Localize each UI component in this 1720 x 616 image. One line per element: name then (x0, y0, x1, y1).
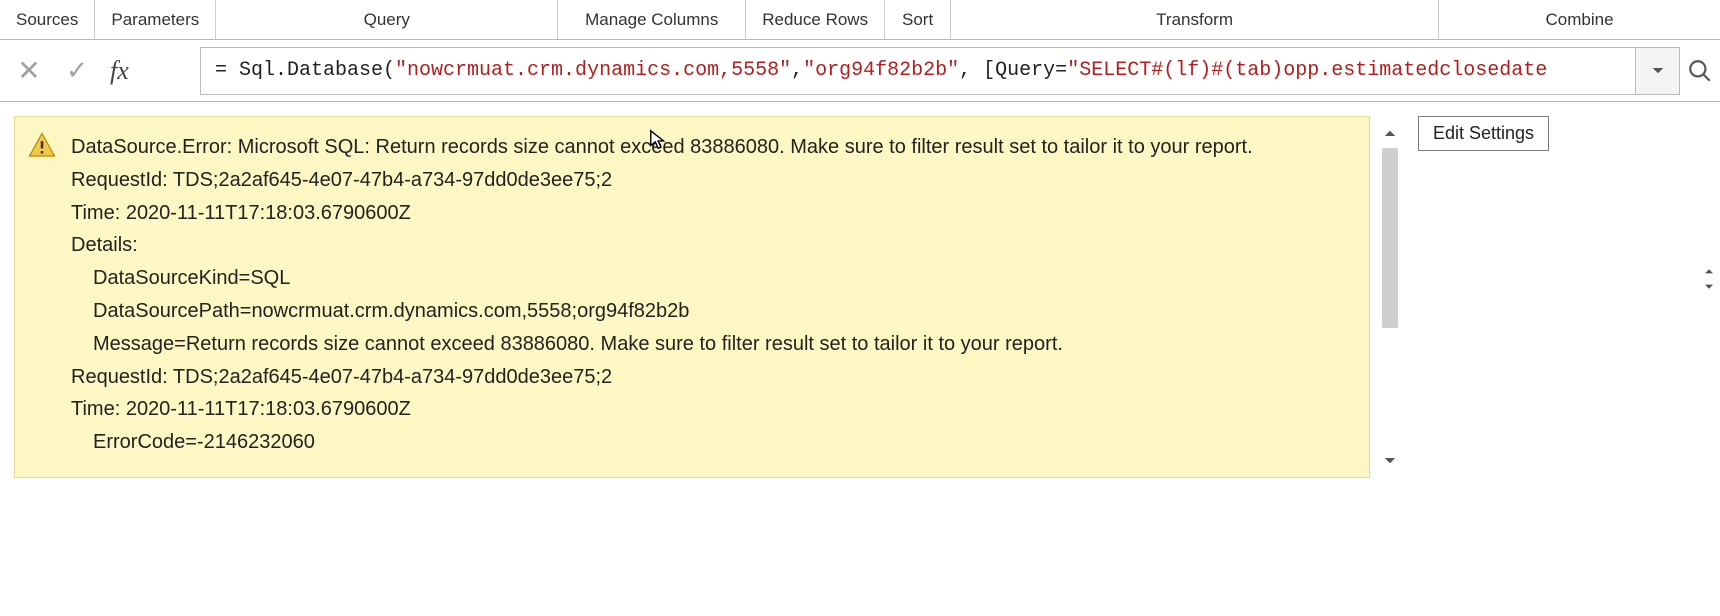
error-details-label: Details: (71, 229, 1351, 262)
chevron-up-icon (1381, 124, 1399, 142)
caret-down-icon (1700, 280, 1718, 294)
caret-up-icon (1700, 264, 1718, 278)
formula-prefix: = Sql.Database( (215, 59, 395, 82)
right-pane: Edit Settings (1410, 116, 1706, 478)
error-time2: Time: 2020-11-11T17:18:03.6790600Z (71, 393, 1351, 426)
formula-input[interactable]: = Sql.Database( "nowcrmuat.crm.dynamics.… (200, 47, 1636, 95)
tab-manage-columns[interactable]: Manage Columns (558, 0, 746, 39)
chevron-down-icon (1649, 62, 1667, 80)
scroll-thumb[interactable] (1382, 148, 1398, 328)
tab-reduce-rows[interactable]: Reduce Rows (746, 0, 885, 39)
tab-query[interactable]: Query (216, 0, 558, 39)
content-area: DataSource.Error: Microsoft SQL: Return … (0, 102, 1720, 478)
formula-arg1: "nowcrmuat.crm.dynamics.com,5558" (395, 59, 791, 82)
tab-sort[interactable]: Sort (885, 0, 951, 39)
error-line1: DataSource.Error: Microsoft SQL: Return … (71, 131, 1351, 164)
formula-arg2: "org94f82b2b" (803, 59, 959, 82)
error-panel: DataSource.Error: Microsoft SQL: Return … (14, 116, 1370, 478)
formula-arg3: "SELECT#(lf)#(tab)opp.estimatedclosedate (1067, 59, 1547, 82)
search-icon[interactable] (1680, 58, 1720, 84)
error-code: ErrorCode=-2146232060 (71, 426, 1351, 459)
error-ds-kind: DataSourceKind=SQL (71, 262, 1351, 295)
warning-icon (27, 131, 57, 161)
error-ds-path: DataSourcePath=nowcrmuat.crm.dynamics.co… (71, 295, 1351, 328)
error-request-id2: RequestId: TDS;2a2af645-4e07-47b4-a734-9… (71, 361, 1351, 394)
tab-sources[interactable]: Sources (0, 0, 95, 39)
scroll-down-button[interactable] (1379, 450, 1401, 472)
edit-settings-button[interactable]: Edit Settings (1418, 116, 1549, 151)
side-spinner[interactable] (1700, 264, 1718, 294)
fx-icon[interactable]: fx (110, 56, 129, 86)
tab-transform[interactable]: Transform (951, 0, 1439, 39)
scroll-up-group (1379, 122, 1401, 328)
chevron-down-icon (1381, 452, 1399, 470)
formula-sep1: , (791, 59, 803, 82)
tab-parameters[interactable]: Parameters (95, 0, 216, 39)
error-request-id: RequestId: TDS;2a2af645-4e07-47b4-a734-9… (71, 164, 1351, 197)
formula-accept-button[interactable]: ✓ (62, 56, 92, 86)
scroll-up-button[interactable] (1379, 122, 1401, 144)
tab-combine[interactable]: Combine (1439, 0, 1720, 39)
ribbon-tabs: Sources Parameters Query Manage Columns … (0, 0, 1720, 40)
error-scrollbar[interactable] (1376, 116, 1404, 478)
formula-bar: ✕ ✓ fx = Sql.Database( "nowcrmuat.crm.dy… (0, 40, 1720, 102)
error-time: Time: 2020-11-11T17:18:03.6790600Z (71, 197, 1351, 230)
formula-buttons: ✕ ✓ fx (14, 56, 200, 86)
formula-expand-button[interactable] (1636, 47, 1680, 95)
error-message: Message=Return records size cannot excee… (71, 328, 1351, 361)
formula-cancel-button[interactable]: ✕ (14, 56, 44, 86)
formula-sep2: , [Query= (959, 59, 1067, 82)
